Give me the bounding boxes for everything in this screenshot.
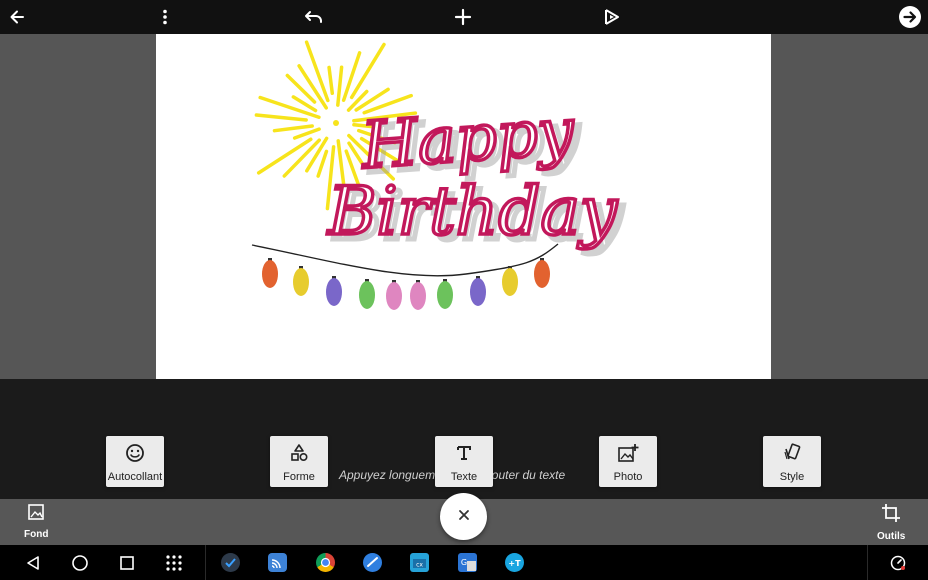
editor-canvas-area[interactable]: Happy Happy Birthday Birthday [0,34,928,379]
tasks-app-icon[interactable] [221,553,240,572]
sun-core [333,120,339,126]
svg-text:cx: cx [416,562,423,569]
undo-icon[interactable] [300,3,328,31]
photo-button-label: Photo [613,471,643,483]
light-bulb [502,268,518,296]
crop-icon [881,503,901,528]
text-button-label: Texte [450,471,478,483]
headline-happy: Happy [358,95,577,184]
light-bulb [262,260,278,288]
style-button-label: Style [779,471,805,483]
arrow-right-circle-icon[interactable] [896,3,924,31]
plus-icon[interactable] [449,3,477,31]
nav-separator [205,545,206,580]
background-button-label: Fond [24,529,49,540]
sun-ray [316,149,329,178]
close-button[interactable] [440,493,487,540]
app-grid-icon[interactable] [162,551,186,575]
svg-text:+T: +T [508,559,521,568]
birthday-artwork: Happy Happy Birthday Birthday [251,40,626,310]
light-bulb [293,268,309,296]
add-photo-icon [617,443,639,463]
cast-app-icon[interactable] [268,553,287,572]
nav-separator-right [867,545,868,580]
sun-ray [336,65,344,107]
headline-birthday: Birthday [327,173,618,250]
tools-button[interactable]: Outils [877,503,905,542]
svg-text:G: G [461,558,467,567]
chrome-app-icon[interactable] [316,553,335,572]
check-app-icon[interactable] [363,553,382,572]
sun-ray [292,127,321,140]
sun-ray [272,124,314,133]
background-button[interactable]: Fond [24,503,48,540]
smiley-icon [125,443,145,463]
light-bulb [470,278,486,306]
back-arrow-icon[interactable] [3,3,31,31]
light-bulb [534,260,550,288]
top-toolbar [0,0,928,34]
light-bulb [437,281,453,309]
app-window: Happy Happy Birthday Birthday Appuyez lo… [0,0,928,580]
home-circle-icon[interactable] [68,551,92,575]
sun-ray [341,51,362,103]
tools-panel: Appuyez longuement pour ajouter du texte… [0,379,928,499]
text-button[interactable]: Texte [435,436,493,487]
shape-button-label: Forme [283,471,315,483]
style-button[interactable]: Style [763,436,821,487]
system-nav-bar: cx G +T [0,545,928,580]
photo-button[interactable]: Photo [599,436,657,487]
light-bulb [359,281,375,309]
play-preview-icon[interactable] [598,3,626,31]
speedometer-icon[interactable] [886,551,910,575]
light-bulb [410,282,426,310]
sun-ray [327,65,335,95]
more-vertical-icon[interactable] [151,3,179,31]
sticker-button[interactable]: Autocollant [106,436,164,487]
image-icon [27,503,45,526]
shapes-icon [289,443,309,463]
style-icon [782,443,802,463]
sun-ray [349,42,386,100]
light-bulb [326,278,342,306]
back-triangle-icon[interactable] [21,551,45,575]
cx-app-icon[interactable]: cx [410,553,429,572]
sun-ray [285,73,317,104]
text-icon [454,443,474,463]
sun-ray [254,113,308,122]
translate-app-icon[interactable]: G [458,553,477,572]
design-canvas[interactable]: Happy Happy Birthday Birthday [156,34,771,379]
shape-button[interactable]: Forme [270,436,328,487]
sticker-button-label: Autocollant [107,471,163,483]
happy-birthday-text[interactable]: Happy Happy Birthday Birthday [325,93,626,257]
light-bulb [386,282,402,310]
close-icon [458,508,470,526]
plus-t-app-icon[interactable]: +T [505,553,524,572]
recents-square-icon[interactable] [115,551,139,575]
tools-button-label: Outils [877,531,906,542]
